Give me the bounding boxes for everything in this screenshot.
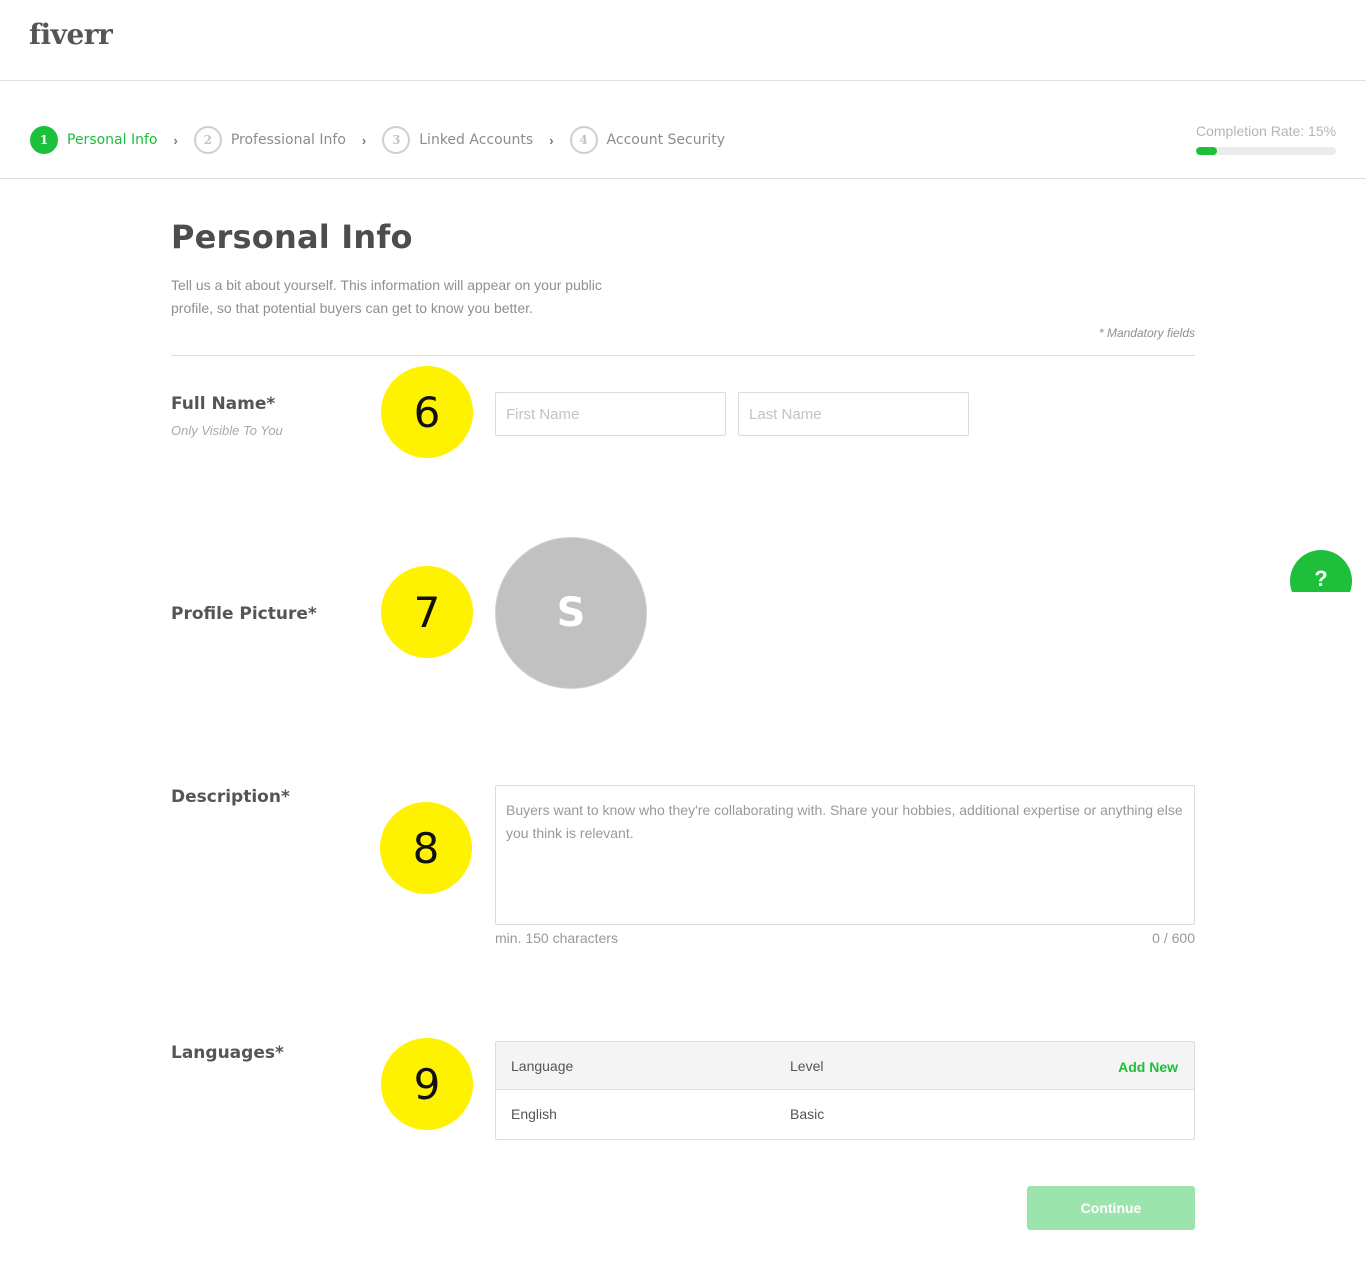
profile-picture-upload-avatar[interactable]: S bbox=[495, 537, 647, 689]
column-header-language: Language bbox=[511, 1058, 574, 1074]
page-title: Personal Info bbox=[171, 218, 413, 256]
step-number-badge: 3 bbox=[382, 126, 411, 154]
completion-progress-fill bbox=[1196, 147, 1217, 155]
completion-rate: Completion Rate: 15% bbox=[1196, 123, 1336, 155]
profile-picture-label: Profile Picture* bbox=[171, 604, 317, 624]
help-button[interactable]: ? bbox=[1290, 550, 1352, 592]
completion-progress-bar bbox=[1196, 147, 1336, 155]
chevron-right-icon: › bbox=[173, 132, 178, 148]
first-name-input[interactable] bbox=[495, 392, 726, 436]
annotation-marker: 7 bbox=[381, 566, 473, 658]
description-character-counter: 0 / 600 bbox=[1152, 930, 1195, 946]
mandatory-fields-note: * Mandatory fields bbox=[1098, 326, 1195, 340]
avatar-initial: S bbox=[556, 590, 586, 636]
page-intro-text: Tell us a bit about yourself. This infor… bbox=[171, 277, 602, 316]
description-label: Description* bbox=[171, 787, 290, 807]
onboarding-steps-bar: 1 Personal Info › 2 Professional Info › … bbox=[0, 81, 1366, 179]
chevron-right-icon: › bbox=[361, 132, 367, 148]
step-professional-info[interactable]: 2 Professional Info bbox=[193, 126, 346, 154]
annotation-marker: 6 bbox=[381, 366, 473, 458]
section-divider bbox=[171, 355, 1195, 356]
step-list: 1 Personal Info › 2 Professional Info › … bbox=[30, 126, 725, 154]
column-header-level: Level bbox=[790, 1058, 824, 1074]
chevron-right-icon: › bbox=[549, 132, 554, 148]
last-name-input[interactable] bbox=[738, 392, 969, 436]
completion-rate-label: Completion Rate: 15% bbox=[1196, 123, 1337, 139]
fiverr-logo[interactable]: fiverr bbox=[29, 18, 113, 51]
level-cell: Basic bbox=[790, 1106, 825, 1122]
step-number-badge: 4 bbox=[569, 126, 598, 154]
annotation-marker: 9 bbox=[381, 1038, 473, 1130]
step-number-badge: 2 bbox=[193, 126, 222, 154]
continue-button[interactable]: Continue bbox=[1027, 1186, 1195, 1230]
top-header: fiverr bbox=[0, 0, 1366, 81]
languages-table: Language Level Add New English Basic bbox=[495, 1041, 1195, 1140]
question-mark-icon: ? bbox=[1290, 550, 1352, 592]
languages-label: Languages* bbox=[171, 1043, 284, 1063]
full-name-label: Full Name* bbox=[171, 394, 276, 414]
description-min-characters-note: min. 150 characters bbox=[495, 930, 618, 946]
step-label: Linked Accounts bbox=[419, 132, 534, 148]
step-number-badge: 1 bbox=[30, 126, 58, 154]
description-textarea[interactable] bbox=[495, 785, 1195, 925]
step-personal-info[interactable]: 1 Personal Info bbox=[30, 126, 157, 154]
languages-table-header: Language Level Add New bbox=[496, 1042, 1194, 1090]
add-new-language-button[interactable]: Add New bbox=[1118, 1059, 1178, 1075]
full-name-visibility-note: Only Visible To You bbox=[171, 423, 283, 438]
step-label: Account Security bbox=[606, 132, 726, 148]
step-linked-accounts[interactable]: 3 Linked Accounts bbox=[382, 126, 533, 154]
step-label: Professional Info bbox=[230, 132, 346, 148]
table-row[interactable]: English Basic bbox=[496, 1090, 1194, 1139]
language-cell: English bbox=[511, 1106, 557, 1122]
step-label: Personal Info bbox=[67, 132, 158, 148]
step-account-security[interactable]: 4 Account Security bbox=[569, 126, 726, 154]
annotation-marker: 8 bbox=[380, 802, 472, 894]
